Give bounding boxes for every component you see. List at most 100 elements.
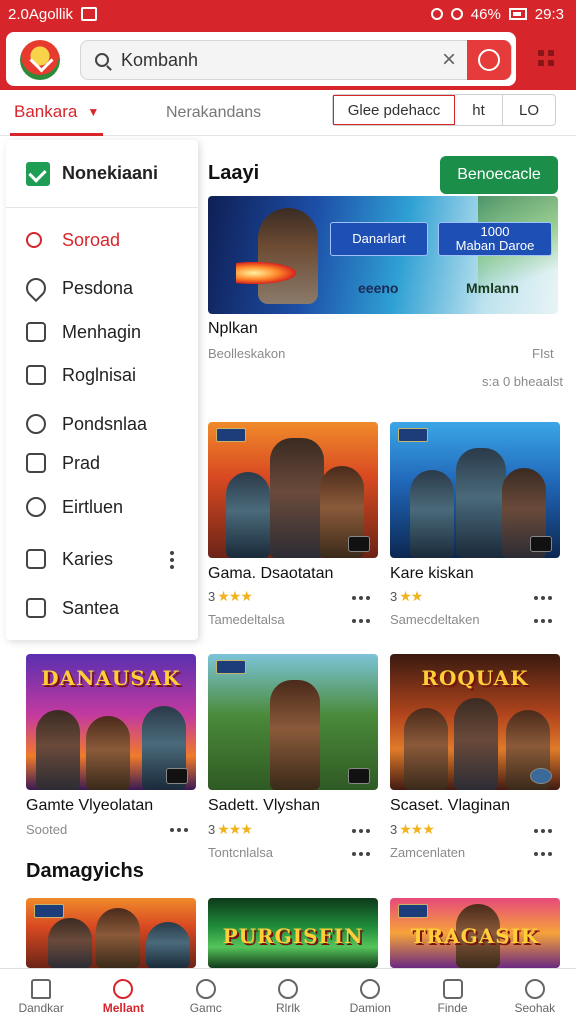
banner-label: eeeno bbox=[358, 280, 399, 296]
game-card-image[interactable] bbox=[26, 898, 196, 968]
search-input[interactable]: Kombanh bbox=[121, 50, 431, 71]
more-vertical-icon[interactable] bbox=[170, 551, 174, 569]
game-card-rating: 3 ★★★ bbox=[208, 588, 253, 605]
drawer-item[interactable]: Roglnisai bbox=[6, 357, 198, 393]
game-logo-text: TRAGASIK bbox=[410, 924, 540, 948]
featured-banner[interactable]: Danarlart 1000 Maban Daroe eeeno Mmlann bbox=[208, 196, 558, 314]
more-icon[interactable] bbox=[170, 828, 188, 832]
card-tag bbox=[216, 428, 246, 442]
more-icon[interactable] bbox=[352, 596, 370, 600]
banner-chip[interactable]: 1000 Maban Daroe bbox=[438, 222, 552, 256]
more-icon[interactable] bbox=[352, 619, 370, 623]
character-figure bbox=[456, 448, 506, 558]
character-figure bbox=[96, 908, 140, 968]
drawer-item[interactable]: Karies bbox=[6, 541, 198, 577]
featured-meta-right: s:a 0 bheaalst bbox=[482, 374, 563, 389]
game-card-image[interactable] bbox=[208, 422, 378, 558]
pin-icon bbox=[21, 273, 51, 303]
search-bar[interactable]: Kombanh × bbox=[80, 40, 512, 80]
character-figure bbox=[404, 708, 448, 790]
more-icon[interactable] bbox=[534, 829, 552, 833]
character-figure bbox=[454, 698, 498, 790]
menu-icon[interactable] bbox=[538, 50, 554, 66]
app-logo-icon[interactable] bbox=[20, 40, 60, 80]
nav-item-note[interactable]: Finde bbox=[411, 969, 493, 1024]
rating-number: 3 bbox=[208, 589, 216, 604]
game-card-title[interactable]: Scaset. Vlaginan bbox=[390, 797, 510, 815]
rating-number: 3 bbox=[390, 589, 398, 604]
game-card-sub: Zamcenlaten bbox=[390, 845, 466, 860]
status-text: 2.0Agollik bbox=[8, 5, 74, 23]
game-card-image[interactable]: DANAUSAK bbox=[26, 654, 196, 790]
more-icon[interactable] bbox=[534, 852, 552, 856]
nav-item-game[interactable]: Gamc bbox=[165, 969, 247, 1024]
game-logo-text: PURGISFIN bbox=[222, 924, 364, 948]
nav-item-profile[interactable]: Seohak bbox=[494, 969, 576, 1024]
segment-option[interactable]: Glee pdehacc bbox=[333, 95, 455, 125]
alarm-icon bbox=[430, 8, 443, 20]
more-icon[interactable] bbox=[352, 829, 370, 833]
section-title: Laayi bbox=[208, 162, 260, 184]
banner-chip[interactable]: Danarlart bbox=[330, 222, 428, 256]
drawer-item-label: Soroad bbox=[62, 229, 121, 250]
banner-label: Mmlann bbox=[466, 280, 519, 296]
game-card-image[interactable]: PURGISFIN bbox=[208, 898, 378, 968]
nav-item-home[interactable]: Dandkar bbox=[0, 969, 82, 1024]
game-card-title[interactable]: Gamte Vlyeolatan bbox=[26, 797, 153, 815]
drawer-item-label: Prad bbox=[62, 452, 101, 473]
filter-tab[interactable]: Nerakandans bbox=[166, 90, 261, 136]
game-card-title[interactable]: Gama. Dsaotatan bbox=[208, 565, 333, 583]
filter-tab-active[interactable]: Bankara ▼ bbox=[10, 90, 104, 136]
more-icon[interactable] bbox=[534, 619, 552, 623]
drawer-item[interactable]: Menhagin bbox=[6, 314, 198, 350]
camera-icon bbox=[26, 414, 46, 434]
more-icon[interactable] bbox=[352, 852, 370, 856]
featured-meta: Beolleskakon bbox=[208, 346, 286, 361]
submit-icon bbox=[478, 49, 500, 71]
segment-option[interactable]: ht bbox=[455, 95, 503, 125]
card-tag bbox=[398, 428, 428, 442]
clear-icon[interactable]: × bbox=[431, 46, 467, 74]
drawer-item[interactable]: Pesdona bbox=[6, 270, 198, 306]
drawer-item[interactable]: Santea bbox=[6, 590, 198, 626]
banner-chip-line: Maban Daroe bbox=[455, 238, 535, 253]
drawer-item-label: Santea bbox=[62, 597, 120, 618]
nav-label: Seohak bbox=[514, 1000, 556, 1015]
game-card-image[interactable] bbox=[390, 422, 560, 558]
game-card-title[interactable]: Kare kiskan bbox=[390, 565, 474, 583]
search-icon bbox=[360, 978, 381, 999]
game-card-image[interactable]: ROQUAK bbox=[390, 654, 560, 790]
page-icon bbox=[26, 322, 46, 342]
primary-button[interactable]: Benoecacle bbox=[440, 156, 558, 194]
notification-icon bbox=[81, 7, 98, 21]
search-submit-button[interactable] bbox=[467, 40, 511, 80]
wifi-icon bbox=[450, 8, 463, 20]
battery-icon bbox=[508, 8, 527, 20]
game-card-image[interactable] bbox=[208, 654, 378, 790]
drawer-header[interactable]: Nonekiaani bbox=[6, 140, 198, 208]
game-logo-text: ROQUAK bbox=[421, 666, 529, 690]
star-icon: ★★★ bbox=[217, 821, 253, 837]
game-card-image[interactable]: TRAGASIK bbox=[390, 898, 560, 968]
card-tag bbox=[216, 660, 246, 674]
nav-item-leaf[interactable]: Rlrlk bbox=[247, 969, 329, 1024]
search-icon bbox=[26, 232, 42, 248]
game-card-title[interactable]: Sadett. Vlyshan bbox=[208, 797, 320, 815]
card-tag bbox=[34, 904, 64, 918]
more-icon[interactable] bbox=[534, 596, 552, 600]
nav-label: Dandkar bbox=[18, 1000, 64, 1015]
drawer-item[interactable]: Eirtluen bbox=[6, 489, 198, 525]
checkbox-icon[interactable] bbox=[26, 161, 50, 186]
nav-label: Finde bbox=[437, 1000, 468, 1015]
drawer-item[interactable]: Prad bbox=[6, 445, 198, 481]
segment-option[interactable]: LO bbox=[503, 95, 555, 125]
drawer-title: Nonekiaani bbox=[62, 163, 159, 183]
drawer-item-search[interactable]: Soroad bbox=[6, 222, 198, 258]
card-badge-icon bbox=[530, 768, 552, 784]
nav-item-search-active[interactable]: Mellant bbox=[82, 969, 164, 1024]
drawer-item[interactable]: Pondsnlaa bbox=[6, 406, 198, 442]
bottom-navigation: Dandkar Mellant Gamc Rlrlk Damion Finde … bbox=[0, 968, 576, 1024]
rating-number: 3 bbox=[390, 822, 398, 837]
nav-label: Gamc bbox=[189, 1000, 222, 1015]
nav-item-search2[interactable]: Damion bbox=[329, 969, 411, 1024]
